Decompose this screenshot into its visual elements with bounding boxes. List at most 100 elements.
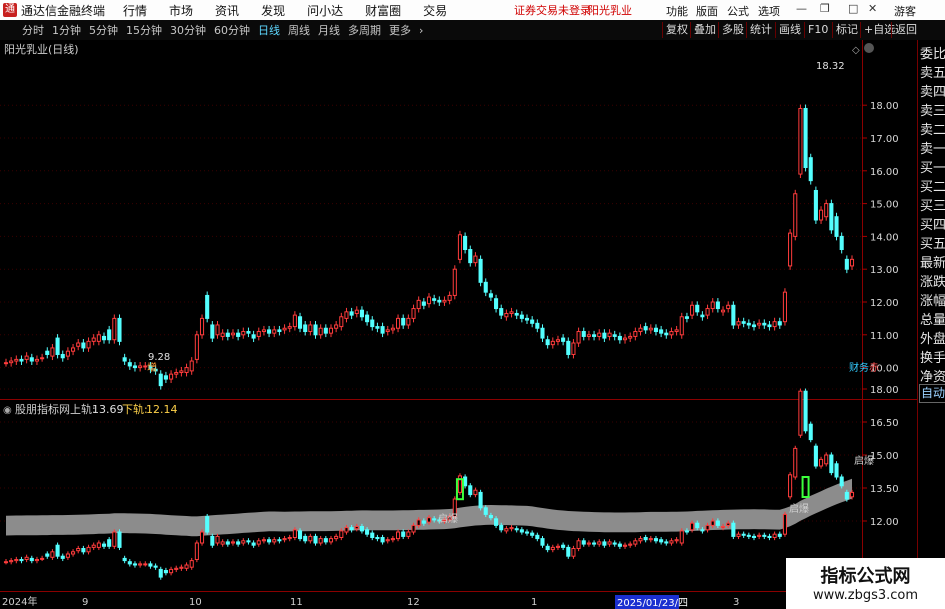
candle-main[interactable] [648, 327, 653, 331]
candle-main[interactable] [308, 324, 313, 333]
menu-options[interactable]: 选项 [758, 3, 780, 19]
candle-indicator[interactable] [622, 544, 628, 547]
candle-main[interactable] [24, 355, 29, 360]
candle-main[interactable] [659, 329, 664, 334]
candle-main[interactable] [303, 324, 308, 333]
candle-indicator[interactable] [777, 533, 782, 537]
candle-main[interactable] [566, 340, 571, 355]
candle-indicator[interactable] [117, 531, 122, 548]
menu-news[interactable]: 资讯 [215, 2, 239, 19]
period-60min[interactable]: 60分钟 [214, 22, 250, 38]
candle-indicator[interactable] [246, 540, 251, 543]
candle-indicator[interactable] [566, 546, 571, 557]
candle-indicator[interactable] [60, 555, 65, 559]
candle-indicator[interactable] [736, 533, 741, 537]
candle-indicator[interactable] [638, 538, 643, 542]
candle-indicator[interactable] [432, 518, 437, 521]
candle-main[interactable] [798, 107, 803, 175]
candle-indicator[interactable] [530, 532, 535, 536]
candle-indicator[interactable] [524, 531, 530, 534]
candle-main[interactable] [540, 327, 545, 339]
restore-icon[interactable]: ❐ [820, 2, 830, 15]
candle-main[interactable] [720, 309, 726, 313]
candle-indicator[interactable] [540, 538, 545, 546]
candle-main[interactable] [282, 327, 287, 331]
candle-main[interactable] [592, 334, 597, 337]
candle-main[interactable] [236, 332, 241, 337]
candle-main[interactable] [91, 337, 96, 342]
candle-indicator[interactable] [468, 485, 473, 496]
candle-indicator[interactable] [751, 535, 757, 538]
candle-main[interactable] [803, 107, 808, 169]
candle-main[interactable] [726, 304, 731, 310]
candle-indicator[interactable] [179, 566, 184, 569]
candle-indicator[interactable] [788, 474, 793, 498]
candle-indicator[interactable] [112, 531, 117, 547]
candle-main[interactable] [292, 314, 297, 328]
candle-main[interactable] [215, 324, 220, 336]
candle-main[interactable] [576, 331, 581, 344]
candle-indicator[interactable] [349, 527, 354, 531]
adjust-button[interactable]: 复权 [662, 22, 691, 38]
candle-main[interactable] [117, 317, 122, 342]
candle-indicator[interactable] [50, 551, 55, 558]
candle-main[interactable] [494, 298, 499, 310]
candle-indicator[interactable] [9, 560, 14, 563]
candle-main[interactable] [328, 327, 334, 334]
candle-indicator[interactable] [107, 539, 112, 547]
candle-main[interactable] [839, 235, 844, 251]
candle-indicator[interactable] [561, 544, 566, 548]
candle-indicator[interactable] [426, 517, 432, 523]
candle-main[interactable] [19, 358, 24, 362]
stats-button[interactable]: 统计 [746, 22, 775, 38]
candle-indicator[interactable] [236, 541, 241, 545]
candle-indicator[interactable] [91, 544, 96, 548]
candle-indicator[interactable] [406, 531, 411, 537]
candle-indicator[interactable] [24, 556, 29, 560]
menu-layout[interactable]: 版面 [696, 3, 718, 19]
candle-main[interactable] [297, 316, 303, 329]
candle-indicator[interactable] [318, 538, 323, 544]
candle-main[interactable] [633, 331, 638, 337]
candle-main[interactable] [3, 362, 9, 365]
candle-main[interactable] [643, 326, 648, 331]
candle-indicator[interactable] [669, 540, 674, 544]
candle-indicator[interactable] [514, 528, 519, 531]
candle-main[interactable] [447, 294, 452, 301]
candle-main[interactable] [138, 365, 143, 369]
candle-indicator[interactable] [261, 539, 266, 542]
candle-main[interactable] [339, 316, 344, 328]
candle-main[interactable] [473, 255, 478, 264]
candle-main[interactable] [230, 332, 236, 336]
candle-indicator[interactable] [174, 567, 179, 570]
candle-indicator[interactable] [839, 476, 844, 487]
candle-indicator[interactable] [612, 542, 617, 545]
multi-stock-button[interactable]: 多股 [718, 22, 747, 38]
candle-main[interactable] [287, 326, 292, 329]
candle-main[interactable] [638, 327, 643, 333]
candle-main[interactable] [777, 321, 782, 326]
auto-button[interactable]: 自动 [919, 384, 945, 403]
candle-indicator[interactable] [205, 516, 210, 533]
candle-indicator[interactable] [643, 537, 648, 541]
candle-indicator[interactable] [323, 538, 328, 543]
candle-main[interactable] [101, 335, 107, 341]
candle-main[interactable] [488, 293, 493, 298]
candle-indicator[interactable] [256, 540, 261, 545]
candle-main[interactable] [432, 298, 437, 301]
candle-main[interactable] [354, 309, 359, 314]
candle-indicator[interactable] [390, 538, 395, 541]
candle-main[interactable] [819, 209, 824, 221]
candle-main[interactable] [421, 301, 426, 306]
candle-main[interactable] [690, 304, 695, 316]
candle-main[interactable] [40, 357, 45, 360]
candle-main[interactable] [390, 327, 395, 331]
candle-main[interactable] [782, 291, 787, 323]
candle-main[interactable] [34, 358, 39, 362]
candle-main[interactable] [617, 335, 622, 341]
candle-main[interactable] [184, 367, 189, 374]
candle-indicator[interactable] [813, 445, 818, 467]
candle-main[interactable] [76, 342, 81, 347]
candle-main[interactable] [519, 314, 524, 319]
candle-main[interactable] [849, 258, 855, 267]
